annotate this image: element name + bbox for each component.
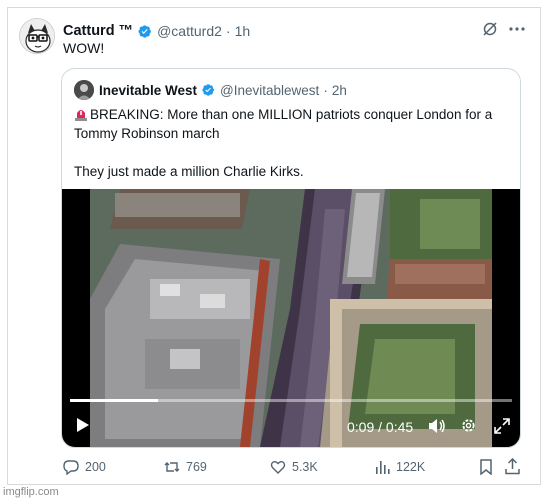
- views-count: 122K: [396, 460, 426, 474]
- heart-icon: [270, 461, 286, 474]
- quoted-post-line-1: BREAKING: More than one MILLION patriots…: [74, 105, 514, 143]
- reply-button[interactable]: 200: [63, 459, 106, 475]
- author-name[interactable]: Catturd ™: [63, 23, 133, 39]
- avatar[interactable]: [19, 18, 55, 54]
- more-icon[interactable]: [507, 21, 527, 37]
- siren-emoji-icon: [75, 110, 87, 121]
- share-icon[interactable]: [504, 458, 521, 475]
- post-time[interactable]: 1h: [235, 23, 251, 39]
- quoted-post-line-2: They just made a million Charlie Kirks.: [74, 164, 304, 179]
- separator-dot: ·: [225, 23, 231, 39]
- author-handle[interactable]: @catturd2: [157, 23, 222, 39]
- fullscreen-icon[interactable]: [494, 418, 510, 434]
- aerial-city-video-frame: [90, 189, 492, 447]
- breaking-text: BREAKING: More than one MILLION patriots…: [74, 107, 493, 141]
- analytics-icon: [376, 461, 390, 474]
- quoted-avatar[interactable]: [74, 80, 94, 100]
- verified-badge-icon[interactable]: [137, 24, 152, 39]
- quoted-post-card[interactable]: Inevitable West @Inevitablewest · 2h BRE…: [61, 68, 521, 448]
- video-time-readout: 0:09 / 0:45: [347, 419, 414, 435]
- post-text: WOW!: [63, 40, 105, 56]
- video-progress-bar[interactable]: [70, 399, 512, 402]
- video-progress-fill: [70, 399, 159, 402]
- quoted-post-text: BREAKING: More than one MILLION patriots…: [74, 105, 514, 181]
- volume-icon[interactable]: [428, 418, 446, 434]
- like-count: 5.3K: [292, 460, 318, 474]
- quoted-author-name[interactable]: Inevitable West: [99, 83, 197, 98]
- bookmark-icon[interactable]: [478, 459, 494, 475]
- video-player[interactable]: 0:09 / 0:45: [62, 189, 520, 447]
- settings-gear-icon[interactable]: [460, 417, 477, 434]
- quoted-verified-badge-icon[interactable]: [201, 83, 215, 97]
- post-header: Catturd ™ @catturd2 · 1h: [63, 22, 250, 40]
- imgflip-watermark: imgflip.com: [3, 486, 59, 498]
- quoted-author-handle[interactable]: @Inevitablewest: [220, 83, 319, 98]
- quoted-separator-dot: ·: [323, 82, 328, 98]
- reply-icon: [63, 460, 79, 475]
- views-button[interactable]: 122K: [374, 459, 425, 475]
- grok-icon[interactable]: [482, 21, 498, 37]
- repost-icon: [164, 462, 180, 472]
- repost-button[interactable]: 769: [164, 459, 207, 475]
- quoted-post-header: Inevitable West @Inevitablewest · 2h: [99, 82, 347, 98]
- quoted-post-time[interactable]: 2h: [332, 83, 347, 98]
- play-icon[interactable]: [76, 417, 90, 433]
- reply-count: 200: [85, 460, 106, 474]
- quoted-avatar-icon: [74, 80, 94, 100]
- like-button[interactable]: 5.3K: [270, 459, 318, 475]
- repost-count: 769: [186, 460, 207, 474]
